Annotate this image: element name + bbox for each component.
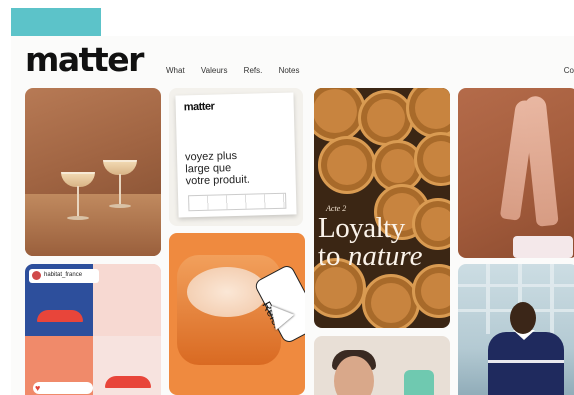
card-title-line1: Loyalty: [318, 212, 405, 244]
card-portrait[interactable]: [314, 336, 450, 395]
hand-right: [523, 95, 559, 227]
coupe-glass: [103, 160, 137, 175]
orange-slice: [406, 88, 450, 138]
table-surface: [25, 194, 161, 256]
instagram-handle: habitat_france: [44, 272, 83, 278]
nav-item-valeurs[interactable]: Valeurs: [201, 66, 228, 75]
panel-pink: [93, 264, 161, 336]
head: [510, 302, 536, 334]
poster-tagline: voyez plus large que votre produit.: [185, 150, 251, 188]
cream-surface: [187, 267, 267, 317]
pendant-lamp: [105, 376, 151, 388]
card-instagram-lamp[interactable]: habitat_france ♥: [25, 264, 161, 395]
polo-shirt: [488, 332, 564, 395]
card-loyalty-to-nature[interactable]: Acte 2 Loyalty to nature: [314, 88, 450, 328]
nav-item-contact[interactable]: Co: [564, 66, 574, 75]
glass-stem: [119, 174, 121, 206]
glass-foot: [109, 204, 131, 208]
orange-slice: [362, 274, 420, 328]
poster-logo: matter: [183, 100, 215, 114]
orange-slice: [318, 136, 376, 194]
website-viewport: matter What Valeurs Refs. Notes Co matte…: [11, 36, 574, 395]
card-cocktails[interactable]: [25, 88, 161, 256]
title-prefix: to: [318, 240, 348, 272]
accent-tab: [11, 8, 101, 36]
pendant-lamp: [37, 310, 83, 322]
avatar: [32, 271, 41, 280]
printed-poster: matter voyez plus large que votre produi…: [175, 92, 297, 218]
sleeve: [513, 236, 573, 258]
nav-item-notes[interactable]: Notes: [279, 66, 300, 75]
main-nav: What Valeurs Refs. Notes: [166, 66, 313, 75]
green-object: [404, 370, 434, 395]
shirt-stripe: [488, 360, 564, 363]
nav-item-what[interactable]: What: [166, 66, 185, 75]
nav-item-refs[interactable]: Refs.: [244, 66, 263, 75]
comment-bar: ♥: [33, 382, 93, 394]
instagram-header: habitat_france: [29, 269, 99, 283]
poster-swatch-strip: [188, 192, 287, 212]
coupe-glass: [61, 172, 95, 187]
site-logo[interactable]: matter: [25, 40, 144, 80]
title-italic: nature: [347, 240, 423, 272]
orange-slice: [358, 90, 414, 146]
card-title-line2: to nature: [318, 242, 422, 271]
glass-foot: [67, 216, 89, 220]
card-hands[interactable]: [458, 88, 574, 258]
card-cream-jar[interactable]: Refs.: [169, 233, 305, 395]
card-poster[interactable]: matter voyez plus large que votre produi…: [169, 88, 303, 226]
card-man-polo[interactable]: [458, 264, 574, 395]
heart-icon: ♥: [35, 383, 41, 393]
glass-stem: [77, 186, 79, 218]
poster-line: votre produit.: [185, 173, 251, 188]
